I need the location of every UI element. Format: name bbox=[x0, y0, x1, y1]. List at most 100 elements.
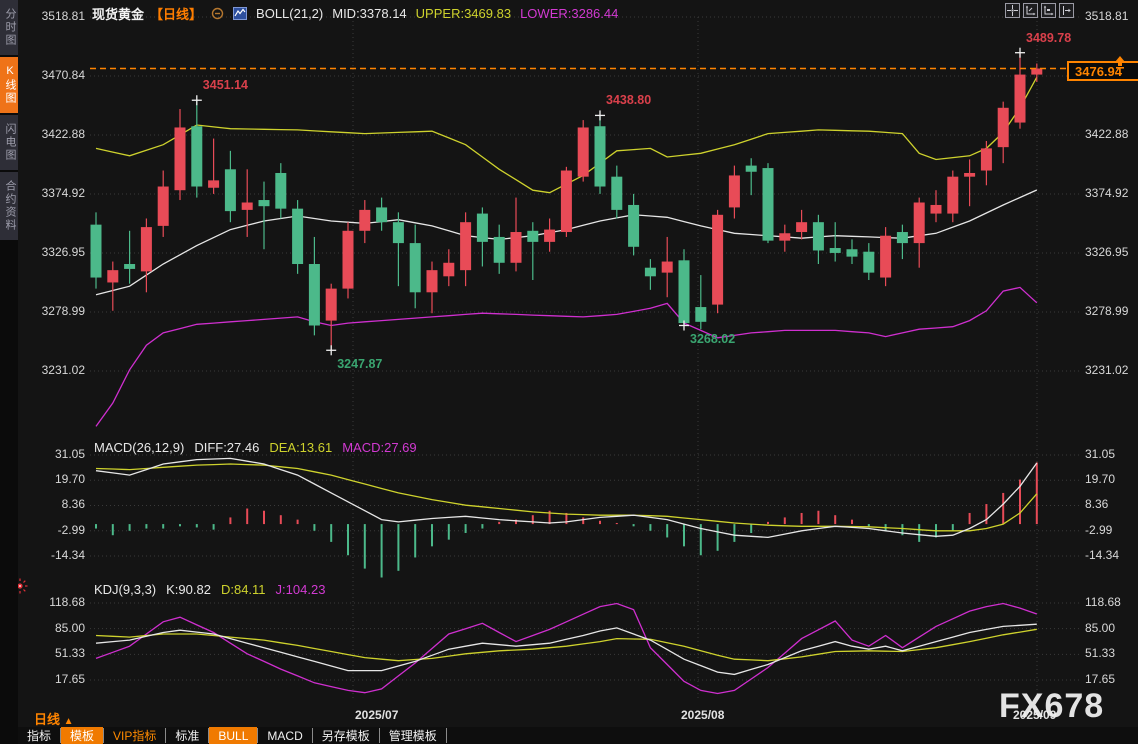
candle-body bbox=[527, 230, 539, 242]
x-axis-month-label: 2025/07 bbox=[355, 708, 399, 722]
candle-body bbox=[896, 232, 908, 244]
candle-body bbox=[409, 243, 421, 293]
candle-body bbox=[359, 209, 371, 231]
symbol-name: 现货黄金 bbox=[92, 7, 145, 22]
sidebar-tab-time-chart[interactable]: 分时图 bbox=[0, 0, 18, 55]
axis-label-left: -2.99 bbox=[57, 522, 85, 537]
indicator-line bbox=[95, 623, 1037, 676]
axis-label-left: 118.68 bbox=[49, 595, 85, 609]
axis-label-left: 31.05 bbox=[54, 447, 85, 461]
candle-body bbox=[443, 262, 455, 277]
app-window: 分时图 K线图闪电图合约资料 现货黄金 【日线】 BOLL(21,2) MID:3… bbox=[0, 0, 1138, 744]
axis-label-left: 3326.95 bbox=[41, 245, 85, 259]
mini-chart-icon[interactable] bbox=[233, 7, 248, 20]
candle-body bbox=[745, 165, 757, 172]
candle-body bbox=[544, 229, 556, 242]
tab-manage-template[interactable]: 管理模板 bbox=[380, 727, 446, 744]
candle-body bbox=[930, 204, 942, 214]
axis-zoom-icon[interactable] bbox=[1023, 3, 1038, 18]
axis-label-left: 3518.81 bbox=[41, 9, 85, 23]
tab-templates[interactable]: 模板 bbox=[61, 727, 104, 744]
axis-label-left: 19.70 bbox=[54, 472, 85, 487]
axis-label-left: 51.33 bbox=[54, 646, 85, 661]
candle-body bbox=[594, 126, 606, 187]
candle-body bbox=[611, 176, 623, 210]
candle-body bbox=[913, 202, 925, 244]
indicator-line bbox=[95, 286, 1038, 427]
bottom-toolbar: 指标 模板 VIP指标 标准 BULL MACD 另存模板 管理模板 bbox=[18, 727, 1138, 744]
candle-body bbox=[107, 270, 119, 283]
candle-body bbox=[392, 222, 404, 244]
exit-right-icon[interactable] bbox=[1059, 3, 1074, 18]
axis-label-left: 3374.92 bbox=[41, 185, 85, 200]
high-price-annotation: 3489.78 bbox=[1026, 30, 1072, 45]
candle-body bbox=[157, 186, 169, 226]
candle-body bbox=[476, 213, 488, 242]
candle-body bbox=[964, 172, 976, 177]
axis-label-right: -14.34 bbox=[1085, 548, 1120, 562]
chart-canvas[interactable] bbox=[0, 0, 1138, 744]
axis-label-left: 3422.88 bbox=[41, 127, 85, 141]
period-selector[interactable]: 日线 ▲ bbox=[34, 709, 74, 728]
price-arrow-icon bbox=[1113, 56, 1127, 74]
high-price-annotation: 3438.80 bbox=[606, 93, 652, 108]
candle-body bbox=[208, 180, 220, 188]
macd-diff-value: DIFF:27.46 bbox=[194, 440, 260, 455]
candle-body bbox=[846, 249, 858, 257]
candle-body bbox=[241, 202, 253, 210]
candle-body bbox=[258, 200, 270, 207]
tab-standard[interactable]: 标准 bbox=[166, 727, 208, 744]
sidebar-tab-contract-info[interactable]: 合约资料 bbox=[0, 172, 18, 240]
candle-body bbox=[292, 208, 304, 265]
axis-label-left: 17.65 bbox=[54, 672, 85, 686]
kdj-j-value: J:104.23 bbox=[275, 582, 326, 597]
kdj-k-value: K:90.82 bbox=[166, 582, 211, 597]
candle-body bbox=[779, 233, 791, 241]
candle-body bbox=[124, 264, 136, 269]
sidebar-tab-kline-chart[interactable]: K线图 bbox=[0, 57, 18, 113]
candle-body bbox=[308, 264, 320, 326]
axis-label-left: -14.34 bbox=[50, 548, 85, 562]
candle-body bbox=[661, 261, 673, 273]
candle-body bbox=[829, 248, 841, 253]
macd-dea-value: DEA:13.61 bbox=[269, 440, 333, 455]
candle-body bbox=[1014, 74, 1026, 123]
candle-body bbox=[275, 172, 287, 209]
tab-indicators[interactable]: 指标 bbox=[18, 727, 60, 744]
candle-body bbox=[728, 175, 740, 208]
x-axis-month-label: 2025/08 bbox=[681, 708, 725, 722]
circle-minus-icon[interactable] bbox=[211, 7, 224, 20]
axis-label-right: 19.70 bbox=[1085, 472, 1116, 487]
tab-vip-indicators[interactable]: VIP指标 bbox=[104, 727, 165, 744]
sidebar-tab-flash-chart[interactable]: 闪电图 bbox=[0, 115, 18, 170]
candle-body bbox=[880, 235, 892, 278]
tab-bull[interactable]: BULL bbox=[209, 727, 258, 744]
tab-save-template[interactable]: 另存模板 bbox=[313, 727, 379, 744]
candle-body bbox=[644, 267, 656, 277]
crosshair-icon[interactable] bbox=[1005, 3, 1020, 18]
candle-body bbox=[426, 270, 438, 293]
candle-body bbox=[762, 168, 774, 241]
axis-label-right: 118.68 bbox=[1085, 595, 1121, 609]
candle-body bbox=[863, 251, 875, 273]
candle-body bbox=[90, 224, 102, 278]
axis-pan-icon[interactable] bbox=[1041, 3, 1056, 18]
boll-upper-value: UPPER:3469.83 bbox=[415, 6, 512, 21]
axis-label-right: 3231.02 bbox=[1085, 363, 1129, 377]
axis-label-right: 17.65 bbox=[1085, 672, 1116, 686]
candle-body bbox=[695, 307, 707, 322]
chart-tools bbox=[1005, 3, 1074, 18]
chart-header: 现货黄金 【日线】 BOLL(21,2) MID:3378.14 UPPER:3… bbox=[92, 4, 618, 23]
axis-label-right: 3422.88 bbox=[1085, 127, 1129, 141]
indicator-line bbox=[95, 628, 1037, 662]
period-tag: 【日线】 bbox=[150, 7, 203, 22]
macd-header: MACD(26,12,9) DIFF:27.46 DEA:13.61 MACD:… bbox=[94, 440, 417, 455]
candle-body bbox=[191, 126, 203, 187]
axis-label-left: 3231.02 bbox=[41, 363, 85, 377]
macd-macd-value: MACD:27.69 bbox=[342, 440, 417, 455]
tab-macd[interactable]: MACD bbox=[258, 727, 311, 744]
kdj-header: KDJ(9,3,3) K:90.82 D:84.11 J:104.23 bbox=[94, 582, 325, 597]
boll-label: BOLL(21,2) bbox=[256, 6, 324, 21]
candle-body bbox=[174, 127, 186, 191]
candle-body bbox=[342, 230, 354, 289]
